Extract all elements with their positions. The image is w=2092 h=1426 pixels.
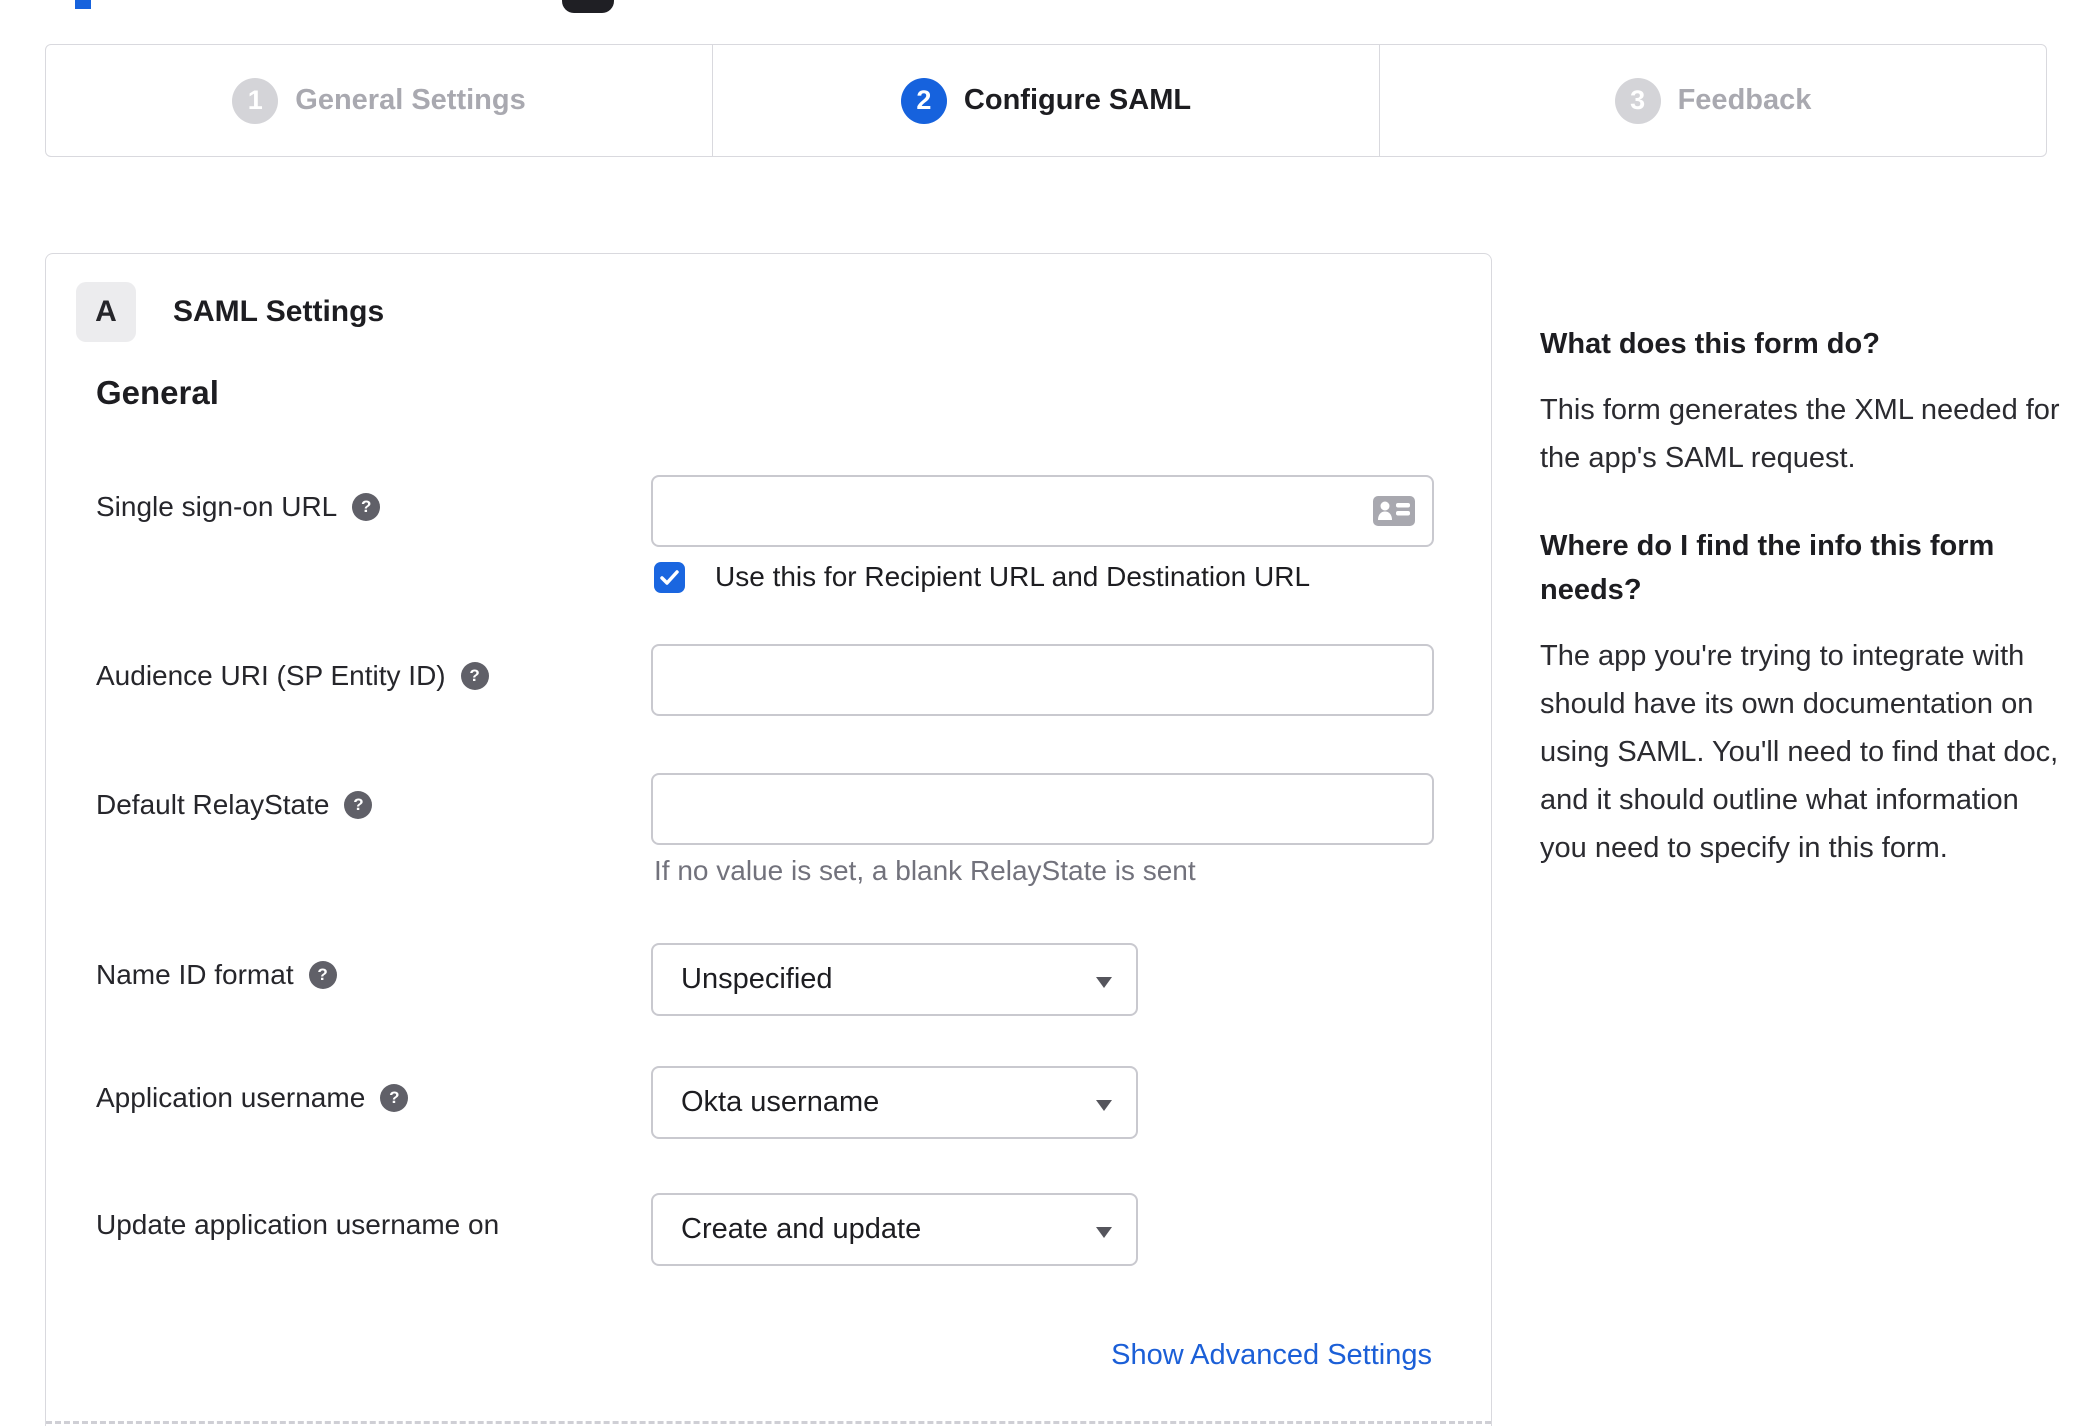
show-advanced-settings-link[interactable]: Show Advanced Settings <box>1111 1339 1432 1372</box>
default-relaystate-input[interactable] <box>651 773 1434 845</box>
field-label: Name ID format ? <box>96 959 337 991</box>
contact-card-icon[interactable] <box>1372 495 1416 527</box>
help-icon[interactable]: ? <box>344 791 373 819</box>
relaystate-hint: If no value is set, a blank RelayState i… <box>654 855 1196 886</box>
audience-uri-input[interactable] <box>651 644 1434 716</box>
help-question-2: Where do I find the info this form needs… <box>1540 530 1995 606</box>
help-answer-1: This form generates the XML needed for t… <box>1540 394 2060 474</box>
saml-settings-panel: A SAML Settings General Single sign-on U… <box>45 253 1492 1426</box>
caret-down-icon <box>1096 1227 1112 1238</box>
help-icon[interactable]: ? <box>380 1084 409 1112</box>
selected-option: Okta username <box>681 1086 880 1118</box>
checkbox-label: Use this for Recipient URL and Destinati… <box>715 561 1311 592</box>
checkmark-icon <box>660 569 679 585</box>
field-label-text: Default RelayState <box>96 789 330 820</box>
caret-down-icon <box>1096 1100 1112 1111</box>
help-icon[interactable]: ? <box>308 961 337 989</box>
step-configure-saml[interactable]: 2 Configure SAML <box>713 45 1380 156</box>
application-username-select[interactable]: Okta username <box>651 1066 1138 1139</box>
step-number-badge: 2 <box>900 77 947 124</box>
step-label: Feedback <box>1677 84 1812 116</box>
section-a-badge: A <box>76 282 136 342</box>
recipient-url-checkbox-row: Use this for Recipient URL and Destinati… <box>654 561 1310 593</box>
help-icon[interactable]: ? <box>460 662 489 690</box>
selected-option: Create and update <box>681 1213 922 1245</box>
step-feedback[interactable]: 3 Feedback <box>1380 45 2046 156</box>
recipient-url-checkbox[interactable] <box>654 561 685 593</box>
panel-header: A SAML Settings <box>76 282 384 342</box>
field-label: Application username ? <box>96 1082 409 1114</box>
help-sidebar: What does this form do? This form genera… <box>1540 322 2068 914</box>
field-label-text: Application username <box>96 1082 366 1113</box>
field-label-text: Single sign-on URL <box>96 491 338 522</box>
field-label-text: Audience URI (SP Entity ID) <box>96 660 446 691</box>
field-label-text: Update application username on <box>96 1209 500 1240</box>
selected-option: Unspecified <box>681 963 833 995</box>
wizard-stepper: 1 General Settings 2 Configure SAML 3 Fe… <box>45 44 2047 157</box>
field-label: Audience URI (SP Entity ID) ? <box>96 660 489 692</box>
caret-down-icon <box>1096 977 1112 988</box>
help-question-1: What does this form do? <box>1540 328 1880 360</box>
single-sign-on-url-input[interactable] <box>651 475 1434 547</box>
step-number-badge: 1 <box>232 77 279 124</box>
cropped-header-element <box>75 0 91 9</box>
panel-title: SAML Settings <box>173 295 385 328</box>
name-id-format-select[interactable]: Unspecified <box>651 943 1138 1016</box>
help-icon[interactable]: ? <box>352 493 381 521</box>
update-username-on-select[interactable]: Create and update <box>651 1193 1138 1266</box>
step-number-badge: 3 <box>1614 77 1661 124</box>
general-section-heading: General <box>96 374 219 411</box>
step-general-settings[interactable]: 1 General Settings <box>46 45 713 156</box>
step-label: General Settings <box>295 84 526 116</box>
step-label: Configure SAML <box>963 84 1192 116</box>
help-answer-2: The app you're trying to integrate with … <box>1540 640 2059 864</box>
field-label: Update application username on <box>96 1209 499 1241</box>
field-label: Default RelayState ? <box>96 789 373 821</box>
cropped-header-element <box>562 0 614 13</box>
field-label: Single sign-on URL ? <box>96 491 381 523</box>
field-label-text: Name ID format <box>96 959 294 990</box>
section-divider <box>46 1421 1491 1424</box>
